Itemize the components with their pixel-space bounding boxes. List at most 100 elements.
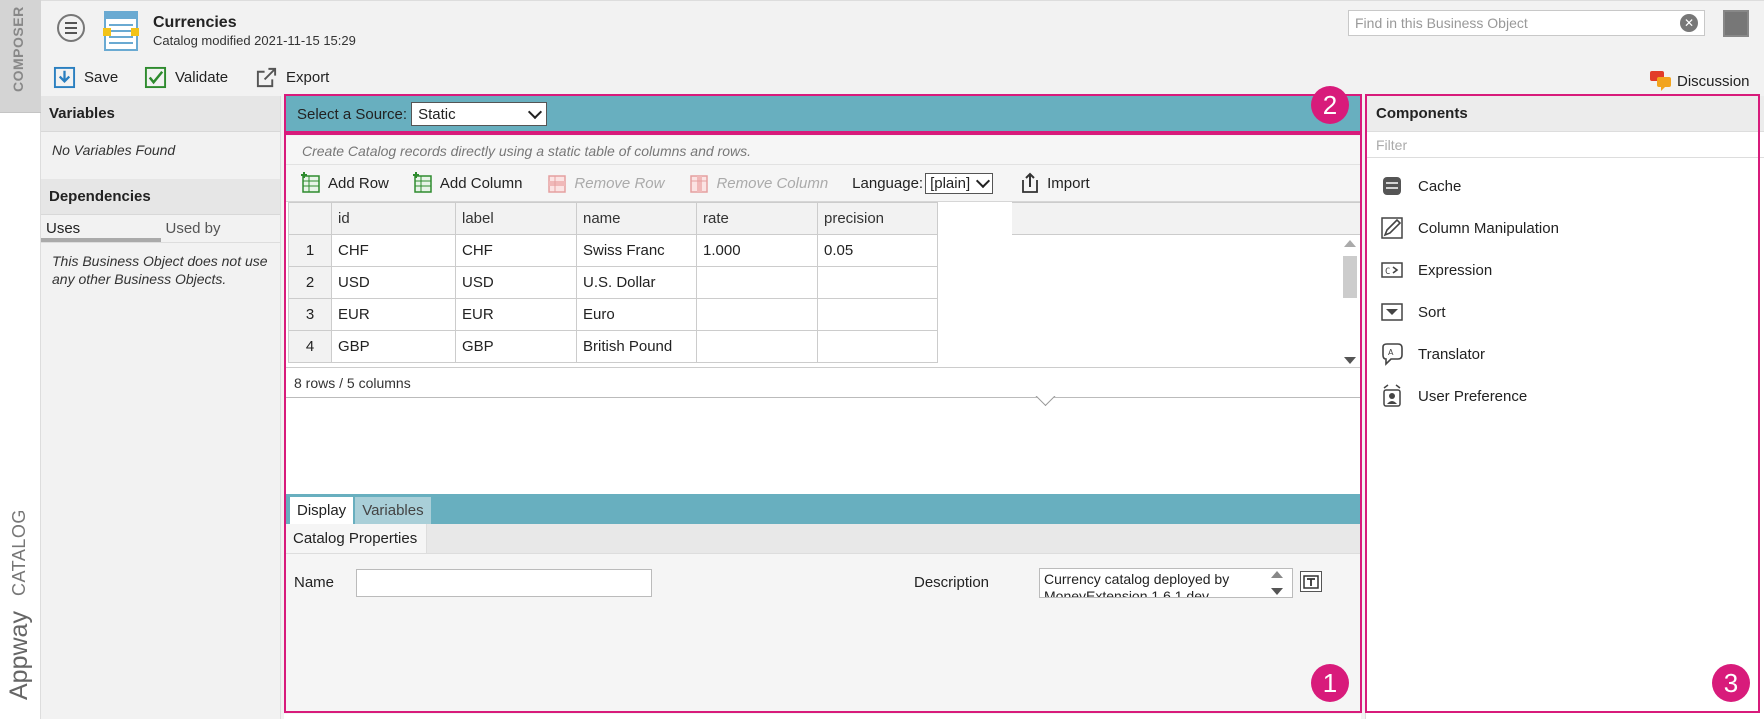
row-number: 4 [288,330,332,363]
left-rail: COMPOSER CATALOG Appway [0,0,41,719]
scroll-down-icon[interactable] [1344,357,1356,364]
components-heading: Components [1366,96,1764,132]
menu-button[interactable] [57,14,85,42]
cell-name[interactable]: U.S. Dollar [576,266,697,299]
cell-label[interactable]: CHF [455,234,577,267]
composer-tab[interactable]: COMPOSER [0,0,41,113]
add-column-button[interactable]: Add Column [412,172,523,194]
dependencies-heading: Dependencies [41,179,280,215]
search-input[interactable] [1355,15,1680,31]
expand-editor-button[interactable] [1300,571,1322,592]
import-label: Import [1047,174,1090,192]
cell-name[interactable]: Swiss Franc [576,234,697,267]
cell-id[interactable]: EUR [331,298,456,331]
cell-label[interactable]: EUR [455,298,577,331]
remove-column-label: Remove Column [716,174,829,192]
collapse-notch-icon[interactable] [1034,396,1056,408]
column-header[interactable]: precision [817,202,938,235]
name-field[interactable] [356,569,652,597]
cell-rate[interactable] [696,266,818,299]
scroll-up-icon[interactable] [1271,571,1283,578]
validate-button[interactable]: Validate [144,66,228,89]
description-label: Description [914,574,990,591]
column-header[interactable]: rate [696,202,818,235]
cell-precision[interactable] [817,330,938,363]
remove-column-button[interactable]: Remove Column [688,172,828,194]
column-header[interactable]: label [455,202,577,235]
cell-id[interactable]: GBP [331,330,456,363]
description-scrollbar[interactable] [1267,569,1287,597]
column-header[interactable]: id [331,202,456,235]
save-button[interactable]: Save [53,66,118,89]
component-translator[interactable]: A Translator [1366,333,1764,375]
chat-icon [1650,71,1671,91]
chevron-down-icon [527,104,543,119]
cell-label[interactable]: GBP [455,330,577,363]
source-label: Select a Source: [297,105,408,123]
component-cache[interactable]: Cache [1366,165,1764,207]
scroll-down-icon[interactable] [1271,588,1283,595]
cell-id[interactable]: USD [331,266,456,299]
table-row[interactable]: 3 EUR EUR Euro [288,298,938,331]
dependencies-empty-text: This Business Object does not use any ot… [52,253,268,287]
scroll-up-icon[interactable] [1344,240,1356,247]
tab-used-by[interactable]: Used by [161,215,281,242]
component-label: Sort [1418,303,1446,321]
tab-uses[interactable]: Uses [41,215,161,242]
discussion-button[interactable]: Discussion [1649,70,1750,92]
source-select[interactable]: Static [411,102,548,126]
add-column-label: Add Column [439,174,523,192]
clear-icon[interactable]: ✕ [1680,14,1698,32]
export-label: Export [286,69,330,86]
description-field[interactable]: Currency catalog deployed by MoneyExtens… [1039,568,1293,598]
tab-display[interactable]: Display [290,497,354,524]
component-label: Cache [1418,177,1462,195]
header: Currencies Catalog modified 2021-11-15 1… [41,0,1764,96]
table-row[interactable]: 1 CHF CHF Swiss Franc 1.000 0.05 [288,234,938,267]
scroll-thumb[interactable] [1343,256,1357,298]
table-row[interactable]: 4 GBP GBP British Pound [288,330,938,363]
hint-text: Create Catalog records directly using a … [284,136,1361,164]
import-button[interactable]: Import [1019,172,1090,194]
tab-variables[interactable]: Variables [355,497,431,524]
callout-badge-2: 2 [1311,86,1349,124]
cell-precision[interactable]: 0.05 [817,234,938,267]
row-number: 3 [288,298,332,331]
components-filter-input[interactable] [1366,132,1764,158]
component-expression[interactable]: C Expression [1366,249,1764,291]
cell-name[interactable]: Euro [576,298,697,331]
cell-id[interactable]: CHF [331,234,456,267]
components-list: Cache Column Manipulation C Expression S… [1366,158,1764,417]
tab-catalog-properties[interactable]: Catalog Properties [284,524,428,553]
panel-toggle-icon[interactable] [1723,10,1749,37]
row-number-header [288,202,332,235]
component-sort[interactable]: Sort [1366,291,1764,333]
cell-rate[interactable] [696,298,818,331]
svg-text:A: A [1388,348,1394,357]
add-row-button[interactable]: Add Row [300,172,389,194]
search-box: ✕ [1348,10,1705,36]
table-header-row: id label name rate precision [288,202,938,235]
grid-scrollbar[interactable] [1341,236,1359,366]
cell-precision[interactable] [817,298,938,331]
remove-row-button[interactable]: Remove Row [546,172,664,194]
column-header[interactable]: name [576,202,697,235]
add-row-label: Add Row [328,174,389,192]
catalog-label: CATALOG [9,509,29,596]
add-column-icon [412,172,432,193]
page-subtitle: Catalog modified 2021-11-15 15:29 [153,33,356,48]
component-column-manipulation[interactable]: Column Manipulation [1366,207,1764,249]
language-select[interactable]: [plain] [925,172,994,194]
export-button[interactable]: Export [255,66,329,89]
component-user-preference[interactable]: User Preference [1366,375,1764,417]
database-icon [1383,177,1401,195]
add-row-icon [301,172,320,193]
table-row[interactable]: 2 USD USD U.S. Dollar [288,266,938,299]
app-window: COMPOSER CATALOG Appway Currencies Catal… [0,0,1764,719]
cell-rate[interactable] [696,330,818,363]
cell-precision[interactable] [817,266,938,299]
row-count-bar: 8 rows / 5 columns [284,368,1361,398]
cell-rate[interactable]: 1.000 [696,234,818,267]
cell-name[interactable]: British Pound [576,330,697,363]
cell-label[interactable]: USD [455,266,577,299]
